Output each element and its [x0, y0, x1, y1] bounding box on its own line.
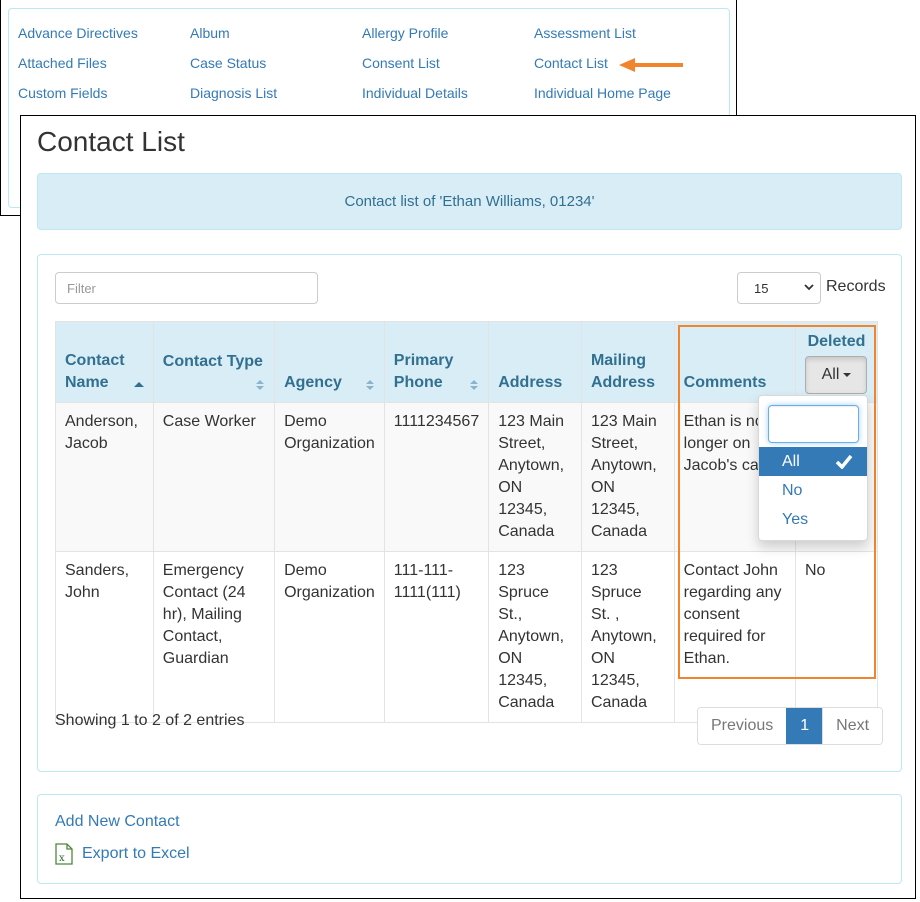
pagination: Previous 1 Next: [697, 707, 884, 745]
deleted-filter-dropdown: All No Yes: [758, 395, 868, 541]
column-header-deleted: Deleted All: [794, 321, 879, 403]
cell-contact-type: Case Worker: [152, 402, 276, 552]
cell-agency: Demo Organization: [274, 402, 385, 552]
column-header-address: Address: [488, 321, 582, 403]
menu-link-attached-files[interactable]: Attached Files: [18, 54, 190, 72]
cell-mailing-address: 123 Main Street, Anytown, ON 12345, Cana…: [580, 402, 675, 552]
table-header-row: Contact Name Contact Type Agency Primary…: [55, 321, 879, 403]
cell-comments: Contact John regarding any consent requi…: [673, 551, 796, 723]
caret-down-icon: [843, 372, 852, 377]
menu-link-album[interactable]: Album: [190, 24, 362, 42]
sort-both-icon: [365, 380, 374, 390]
pagination-previous[interactable]: Previous: [698, 708, 787, 744]
actions-panel: Add New Contact x Export to Excel: [37, 794, 902, 884]
column-header-agency[interactable]: Agency: [274, 321, 385, 403]
column-header-mailing-address: Mailing Address: [580, 321, 675, 403]
cell-contact-name: Anderson, Jacob: [55, 402, 154, 552]
cell-contact-type: Emergency Contact (24 hr), Mailing Conta…: [152, 551, 276, 723]
contact-list-subtitle: Contact list of 'Ethan Williams, 01234': [37, 173, 902, 230]
contact-list-window: Contact List Contact list of 'Ethan Will…: [20, 115, 916, 899]
table-row[interactable]: Sanders, John Emergency Contact (24 hr),…: [55, 551, 879, 723]
sort-ascending-icon: [133, 382, 144, 387]
deleted-option-no[interactable]: No: [759, 476, 867, 505]
sort-both-icon: [256, 380, 265, 390]
cell-address: 123 Main Street, Anytown, ON 12345, Cana…: [488, 402, 582, 552]
cell-mailing-address: 123 Spruce St. , Anytown, ON 12345, Cana…: [580, 551, 675, 723]
column-header-comments: Comments: [673, 321, 796, 403]
check-icon: [835, 454, 853, 469]
callout-arrow-icon: [619, 58, 683, 72]
deleted-filter-search-input[interactable]: [768, 405, 859, 443]
menu-link-allergy-profile[interactable]: Allergy Profile: [362, 24, 534, 42]
menu-link-custom-fields[interactable]: Custom Fields: [18, 84, 190, 102]
cell-primary-phone: 1111234567: [383, 402, 490, 552]
menu-link-advance-directives[interactable]: Advance Directives: [18, 24, 190, 42]
filter-input[interactable]: [55, 272, 318, 304]
deleted-option-all[interactable]: All: [759, 447, 867, 476]
entries-info: Showing 1 to 2 of 2 entries: [55, 712, 245, 729]
deleted-option-yes[interactable]: Yes: [759, 505, 867, 534]
menu-link-assessment-list[interactable]: Assessment List: [534, 24, 706, 42]
menu-grid: Advance Directives Album Allergy Profile…: [18, 24, 706, 102]
records-label: Records: [826, 278, 886, 295]
sort-both-icon: [470, 380, 479, 390]
cell-agency: Demo Organization: [274, 551, 385, 723]
page-title: Contact List: [37, 126, 185, 157]
menu-link-diagnosis-list[interactable]: Diagnosis List: [190, 84, 362, 102]
svg-text:x: x: [59, 853, 65, 864]
contact-list-panel: 15 Records Contact Name Contact Type: [37, 254, 902, 772]
column-header-contact-type[interactable]: Contact Type: [152, 321, 276, 403]
pagination-page-1[interactable]: 1: [786, 708, 823, 744]
menu-link-individual-home-page[interactable]: Individual Home Page: [534, 84, 706, 102]
add-new-contact-link[interactable]: Add New Contact: [55, 813, 180, 831]
column-header-contact-name[interactable]: Contact Name: [55, 321, 154, 403]
menu-link-individual-details[interactable]: Individual Details: [362, 84, 534, 102]
chevron-down-icon: [804, 284, 814, 291]
cell-deleted: No: [794, 551, 879, 723]
menu-link-case-status[interactable]: Case Status: [190, 54, 362, 72]
column-header-primary-phone[interactable]: Primary Phone: [383, 321, 490, 403]
table-row[interactable]: Anderson, Jacob Case Worker Demo Organiz…: [55, 402, 879, 552]
contacts-table: Contact Name Contact Type Agency Primary…: [55, 321, 879, 723]
pagination-next[interactable]: Next: [822, 708, 883, 744]
records-per-page-value: 15: [754, 281, 769, 296]
cell-contact-name: Sanders, John: [55, 551, 154, 723]
export-to-excel-link[interactable]: x Export to Excel: [55, 843, 190, 865]
cell-primary-phone: 111-111-1111(111): [383, 551, 490, 723]
excel-file-icon: x: [55, 843, 73, 865]
cell-address: 123 Spruce St., Anytown, ON 12345, Canad…: [488, 551, 582, 723]
deleted-filter-button[interactable]: All: [805, 356, 868, 394]
menu-link-consent-list[interactable]: Consent List: [362, 54, 534, 72]
records-per-page-select[interactable]: 15: [737, 272, 821, 304]
